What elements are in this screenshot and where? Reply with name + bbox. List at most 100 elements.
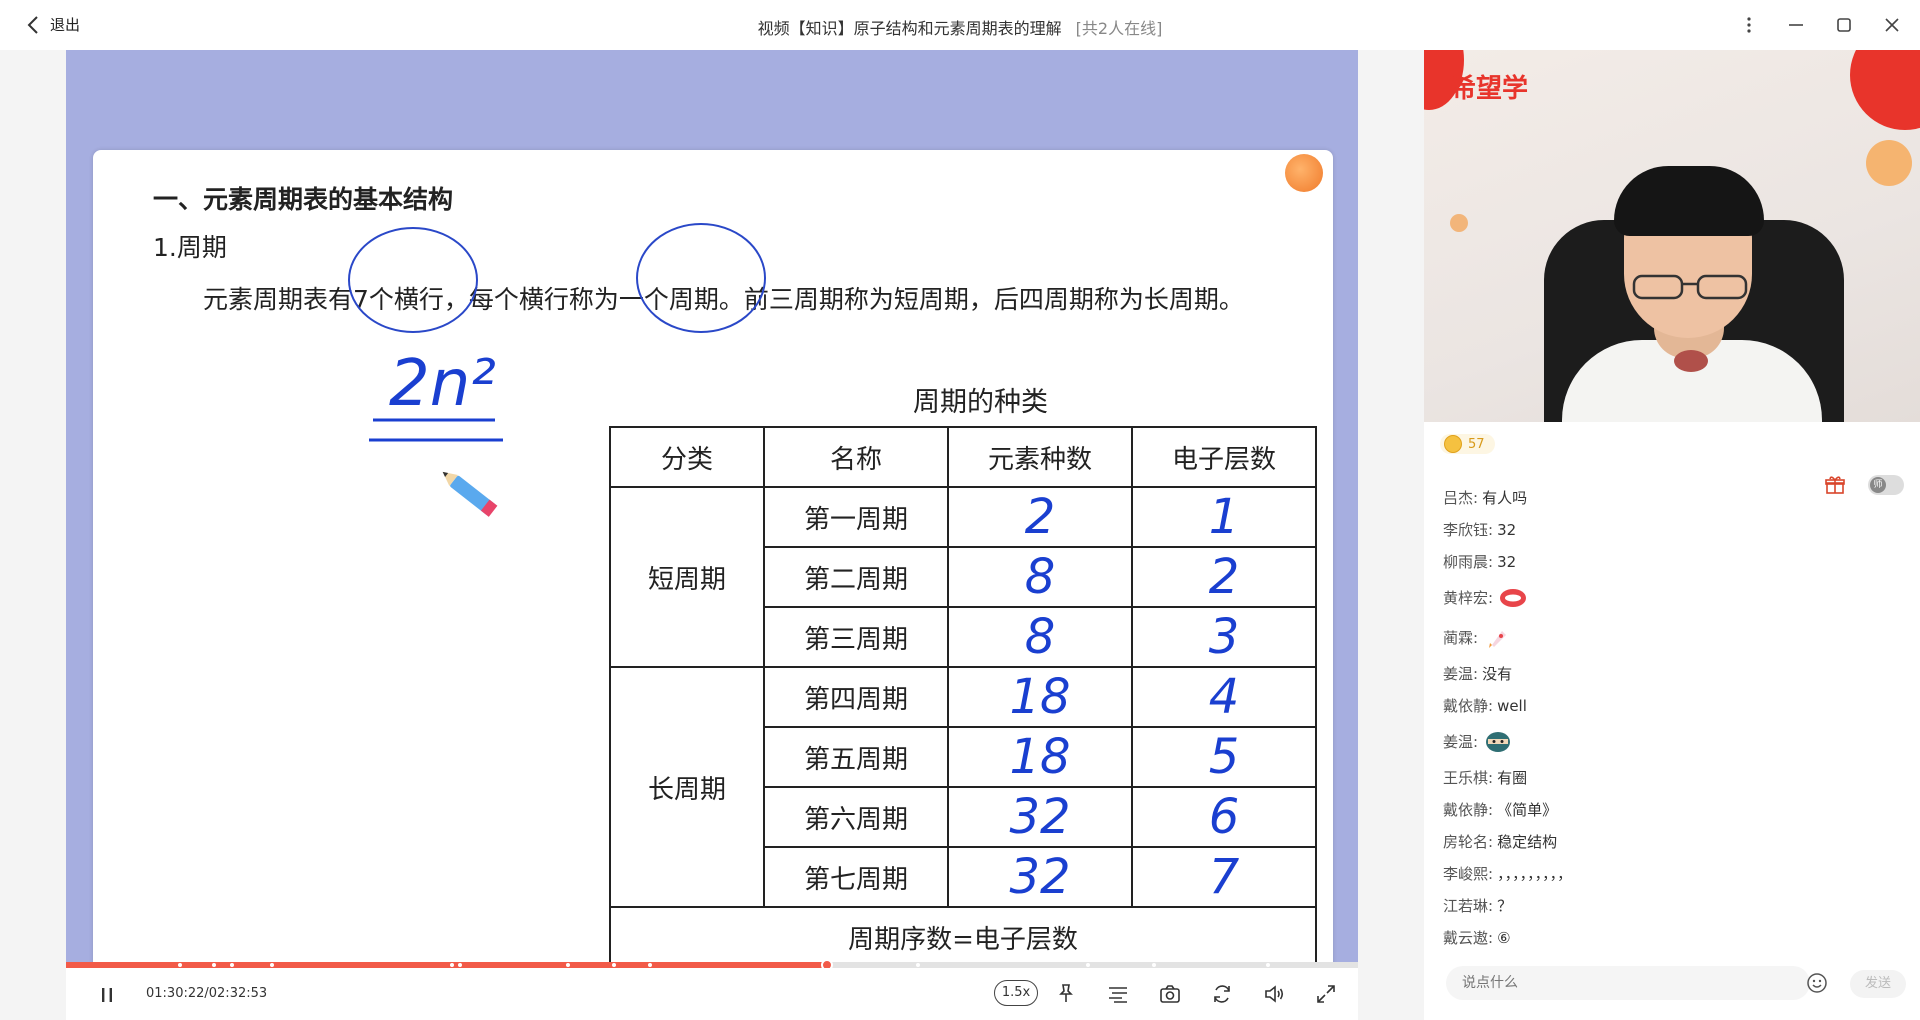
shell-count: 5 bbox=[1131, 726, 1317, 788]
progress-marker bbox=[566, 963, 570, 967]
chat-message: 李欣钰: 32 bbox=[1443, 520, 1883, 540]
minimize-icon bbox=[1789, 24, 1803, 26]
chat-text: ，，，，，，，，， bbox=[1497, 865, 1573, 883]
header-element-count: 元素种数 bbox=[947, 426, 1133, 488]
decor-ball bbox=[1866, 140, 1912, 186]
table-footer-row: 周期序数=电子层数 bbox=[609, 906, 1317, 962]
refresh-icon bbox=[1214, 985, 1230, 1003]
table-row: 短周期 第一周期 2 1 bbox=[609, 486, 1317, 668]
chat-message: 房轮名: 稳定结构 bbox=[1443, 832, 1883, 852]
minimize-button[interactable] bbox=[1782, 12, 1810, 38]
shell-count: 6 bbox=[1131, 786, 1317, 848]
decor-ball bbox=[1450, 214, 1468, 232]
chat-text: 有圈 bbox=[1497, 769, 1528, 787]
period-name: 第五周期 bbox=[763, 726, 949, 788]
progress-marker bbox=[648, 963, 652, 967]
chat-user: 李欣钰: bbox=[1443, 521, 1494, 539]
progress-marker bbox=[1152, 963, 1156, 967]
speed-button[interactable]: 1.5x bbox=[994, 980, 1038, 1006]
glasses-icon bbox=[1632, 274, 1748, 300]
chat-list: 吕杰: 有人吗 李欣钰: 32 柳雨晨: 32 黄梓宏: 蔺霖: 姜温: 没有 戴依静:… bbox=[1443, 488, 1883, 960]
loop-button[interactable] bbox=[1210, 982, 1234, 1006]
chat-user: 房轮名: bbox=[1443, 833, 1494, 851]
chat-user: 蔺霖: bbox=[1443, 629, 1479, 647]
pause-button[interactable] bbox=[96, 984, 118, 1006]
chat-message: 吕杰: 有人吗 bbox=[1443, 488, 1883, 508]
lesson-slide: 一、元素周期表的基本结构 1.周期 元素周期表有7个横行，每个横行称为一个周期。… bbox=[93, 150, 1333, 962]
chat-text: well bbox=[1497, 697, 1527, 715]
chat-text: 稳定结构 bbox=[1497, 833, 1558, 851]
progress-marker bbox=[212, 963, 216, 967]
slide-paragraph: 元素周期表有7个横行，每个横行称为一个周期。前三周期称为短周期，后四周期称为长周… bbox=[203, 285, 1244, 314]
chat-text: ？ bbox=[1497, 897, 1513, 915]
slide-logo-icon bbox=[1285, 154, 1323, 192]
shell-count: 4 bbox=[1131, 666, 1317, 728]
send-button[interactable]: 发送 bbox=[1850, 970, 1906, 998]
playback-time: 01:30:22/02:32:53 bbox=[146, 986, 268, 1001]
more-vertical-icon bbox=[1747, 17, 1751, 33]
teacher-mouth bbox=[1674, 350, 1708, 372]
chat-user: 姜温: bbox=[1443, 665, 1479, 683]
shell-count: 3 bbox=[1131, 606, 1317, 668]
maximize-button[interactable] bbox=[1830, 12, 1858, 38]
progress-marker bbox=[1086, 963, 1090, 967]
chat-text: 32 bbox=[1497, 521, 1517, 539]
chat-input[interactable] bbox=[1446, 966, 1810, 1000]
progress-marker bbox=[450, 963, 454, 967]
chat-user: 黄梓宏: bbox=[1443, 589, 1494, 607]
chat-text: 32 bbox=[1497, 553, 1517, 571]
list-text-icon bbox=[1109, 987, 1127, 1003]
volume-button[interactable] bbox=[1262, 982, 1286, 1006]
subtitles-button[interactable] bbox=[1106, 982, 1130, 1006]
coin-count: 57 bbox=[1468, 436, 1485, 452]
element-count: 18 bbox=[947, 666, 1133, 728]
coin-icon bbox=[1444, 435, 1462, 453]
table-row: 长周期 第四周期 18 4 bbox=[609, 666, 1317, 908]
window-title: 视频【知识】原子结构和元素周期表的理解 [共2人在线] bbox=[0, 15, 1920, 39]
header-name: 名称 bbox=[763, 426, 949, 488]
shell-count: 2 bbox=[1131, 546, 1317, 608]
teacher-camera-feed: 希望学 bbox=[1424, 50, 1920, 422]
screenshot-button[interactable] bbox=[1158, 982, 1182, 1006]
video-player[interactable]: 一、元素周期表的基本结构 1.周期 元素周期表有7个横行，每个横行称为一个周期。… bbox=[66, 50, 1358, 962]
header-shell-count: 电子层数 bbox=[1131, 426, 1317, 488]
more-menu-button[interactable] bbox=[1735, 12, 1763, 38]
ink-formula: 2n² bbox=[389, 347, 496, 421]
decor-ball bbox=[1850, 50, 1920, 130]
expand-icon bbox=[1317, 985, 1335, 1003]
element-count: 32 bbox=[947, 786, 1133, 848]
player-controls: 01:30:22/02:32:53 1.5x bbox=[66, 968, 1358, 1020]
chat-message: 姜温: bbox=[1443, 728, 1883, 756]
volume-icon bbox=[1265, 985, 1284, 1003]
period-name: 第三周期 bbox=[763, 606, 949, 668]
chat-message: 江若琳:？ bbox=[1443, 896, 1883, 916]
emoji-picker-icon[interactable] bbox=[1806, 972, 1828, 994]
chat-user: 戴依静: bbox=[1443, 697, 1494, 715]
chat-user: 江若琳: bbox=[1443, 897, 1494, 915]
chat-text: 有人吗 bbox=[1482, 489, 1528, 507]
table-footer: 周期序数=电子层数 bbox=[609, 906, 1317, 962]
fullscreen-button[interactable] bbox=[1314, 982, 1338, 1006]
teacher-hair bbox=[1614, 166, 1764, 236]
chat-text: 《简单》 bbox=[1497, 801, 1558, 819]
element-count: 32 bbox=[947, 846, 1133, 908]
chat-user: 柳雨晨: bbox=[1443, 553, 1494, 571]
close-window-button[interactable] bbox=[1878, 12, 1906, 38]
chat-message: 蔺霖: bbox=[1443, 624, 1883, 652]
title-bar: 退出 视频【知识】原子结构和元素周期表的理解 [共2人在线] bbox=[0, 0, 1920, 50]
ninja-emoji-icon bbox=[1486, 732, 1511, 752]
chat-text: ⑥ bbox=[1497, 929, 1511, 947]
pin-button[interactable] bbox=[1054, 982, 1078, 1006]
lips-emoji-icon bbox=[1500, 589, 1527, 607]
table-header-row: 分类 名称 元素种数 电子层数 bbox=[609, 426, 1317, 488]
chat-message: 王乐棋: 有圈 bbox=[1443, 768, 1883, 788]
table-title: 周期的种类 bbox=[913, 387, 1048, 418]
progress-marker bbox=[458, 963, 462, 967]
chat-message: 姜温: 没有 bbox=[1443, 664, 1883, 684]
period-name: 第七周期 bbox=[763, 846, 949, 908]
chat-message: 柳雨晨: 32 bbox=[1443, 552, 1883, 572]
chat-message: 戴云遨: ⑥ bbox=[1443, 928, 1883, 948]
period-name: 第四周期 bbox=[763, 666, 949, 728]
progress-marker bbox=[1266, 963, 1270, 967]
progress-marker bbox=[178, 963, 182, 967]
